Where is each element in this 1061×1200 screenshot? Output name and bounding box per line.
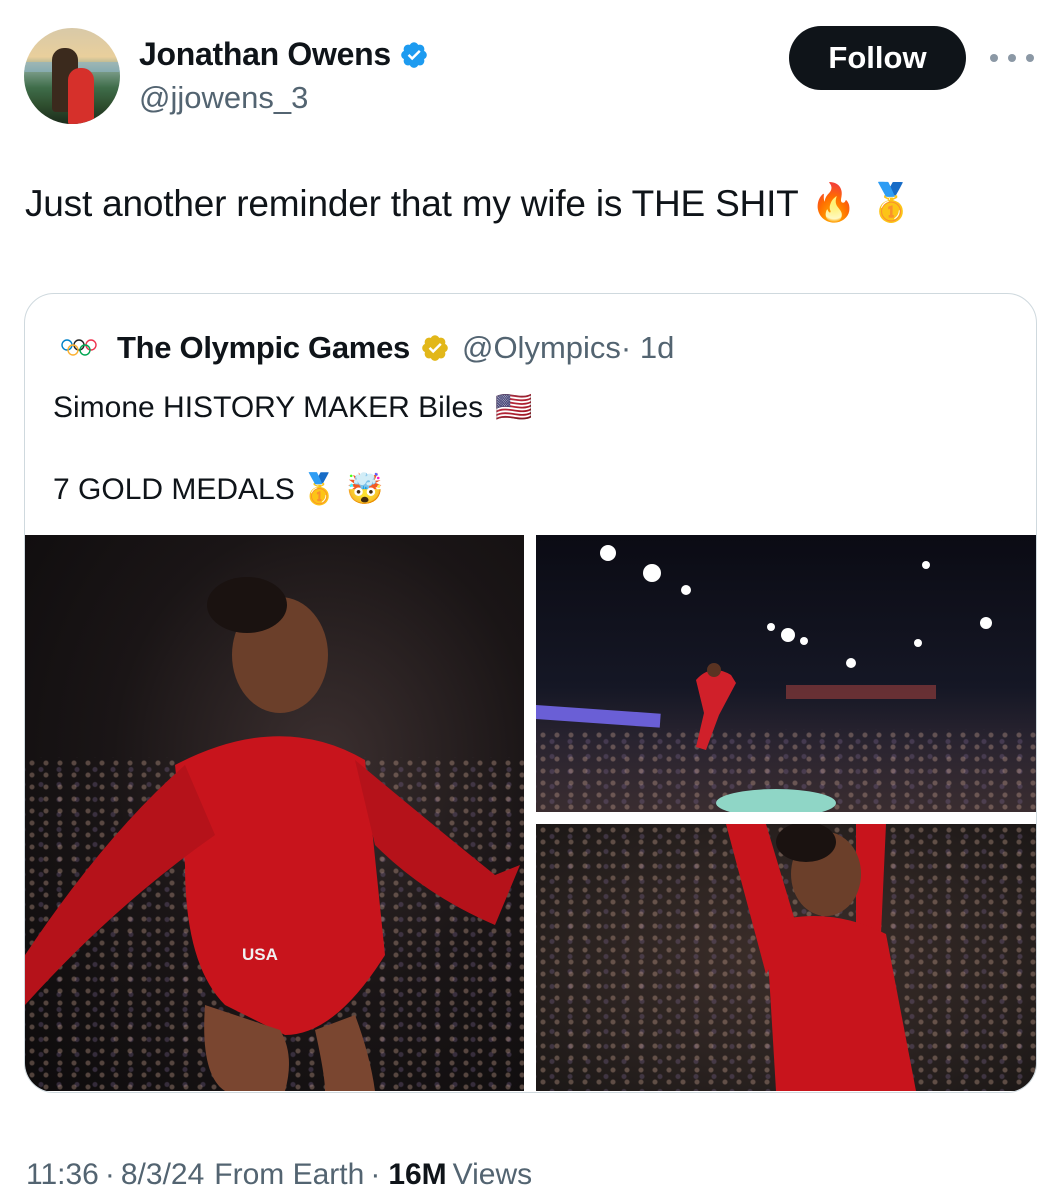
more-options-icon[interactable] xyxy=(990,44,1034,72)
tweet-time[interactable]: 11:36 xyxy=(26,1158,99,1192)
tweet-meta: 11:36 · 8/3/24 From Earth · 16M Views xyxy=(26,1158,532,1192)
quoted-author-name[interactable]: The Olympic Games xyxy=(117,330,410,366)
quoted-tweet-text-line: Simone HISTORY MAKER Biles 🇺🇸 xyxy=(53,390,533,425)
author-name[interactable]: Jonathan Owens xyxy=(139,36,391,73)
photo-gymnast-smiling[interactable]: USA xyxy=(25,535,524,1091)
usa-badge: USA xyxy=(242,945,278,964)
follow-button[interactable]: Follow xyxy=(789,26,966,90)
tweet-source: From Earth xyxy=(214,1158,365,1191)
separator: · xyxy=(370,1158,381,1191)
quoted-tweet-card[interactable]: The Olympic Games @Olympics · 1d Simone … xyxy=(24,293,1037,1093)
author-avatar[interactable] xyxy=(24,28,120,124)
gymnast-figure xyxy=(726,824,916,1091)
tweet-body: Just another reminder that my wife is TH… xyxy=(25,182,914,225)
exploding-head-emoji-icon: 🤯 xyxy=(346,473,384,506)
quoted-tweet-text: 7 GOLD MEDALS xyxy=(53,472,295,506)
dot xyxy=(990,54,998,62)
author-name-row[interactable]: Jonathan Owens xyxy=(139,36,429,73)
separator: · xyxy=(104,1158,115,1191)
author-handle[interactable]: @jjowens_3 xyxy=(139,80,308,116)
tweet-text: Just another reminder that my wife is TH… xyxy=(25,182,799,224)
gymnast-figure xyxy=(25,577,520,1091)
dot xyxy=(1008,54,1016,62)
views-count: 16M xyxy=(388,1158,447,1191)
avatar-figure xyxy=(68,68,94,124)
tweet-date[interactable]: 8/3/24 xyxy=(121,1158,204,1192)
quoted-author-handle[interactable]: @Olympics xyxy=(462,330,621,366)
olympic-rings-icon xyxy=(61,339,97,356)
us-flag-emoji-icon: 🇺🇸 xyxy=(495,391,533,424)
gold-medal-emoji-icon: 🥇 xyxy=(868,182,915,223)
verified-badge-icon xyxy=(401,41,427,68)
arena-lights xyxy=(536,545,992,812)
dot xyxy=(1026,54,1034,62)
photo-gymnast-vault[interactable] xyxy=(536,535,1036,812)
quoted-tweet-time: · 1d xyxy=(620,330,675,365)
views-label: Views xyxy=(452,1158,533,1191)
photo-gymnast-celebrating[interactable] xyxy=(536,824,1036,1091)
fire-emoji-icon: 🔥 xyxy=(810,182,857,223)
quoted-tweet-header: The Olympic Games @Olympics · 1d xyxy=(61,330,674,366)
quoted-tweet-text-line: 7 GOLD MEDALS 🥇 🤯 xyxy=(53,472,383,507)
media-grid: USA xyxy=(25,535,1036,1092)
quoted-tweet-text: Simone HISTORY MAKER Biles xyxy=(53,390,484,424)
verified-organization-badge-icon xyxy=(422,335,448,361)
gold-medal-emoji-icon: 🥇 xyxy=(300,473,339,506)
